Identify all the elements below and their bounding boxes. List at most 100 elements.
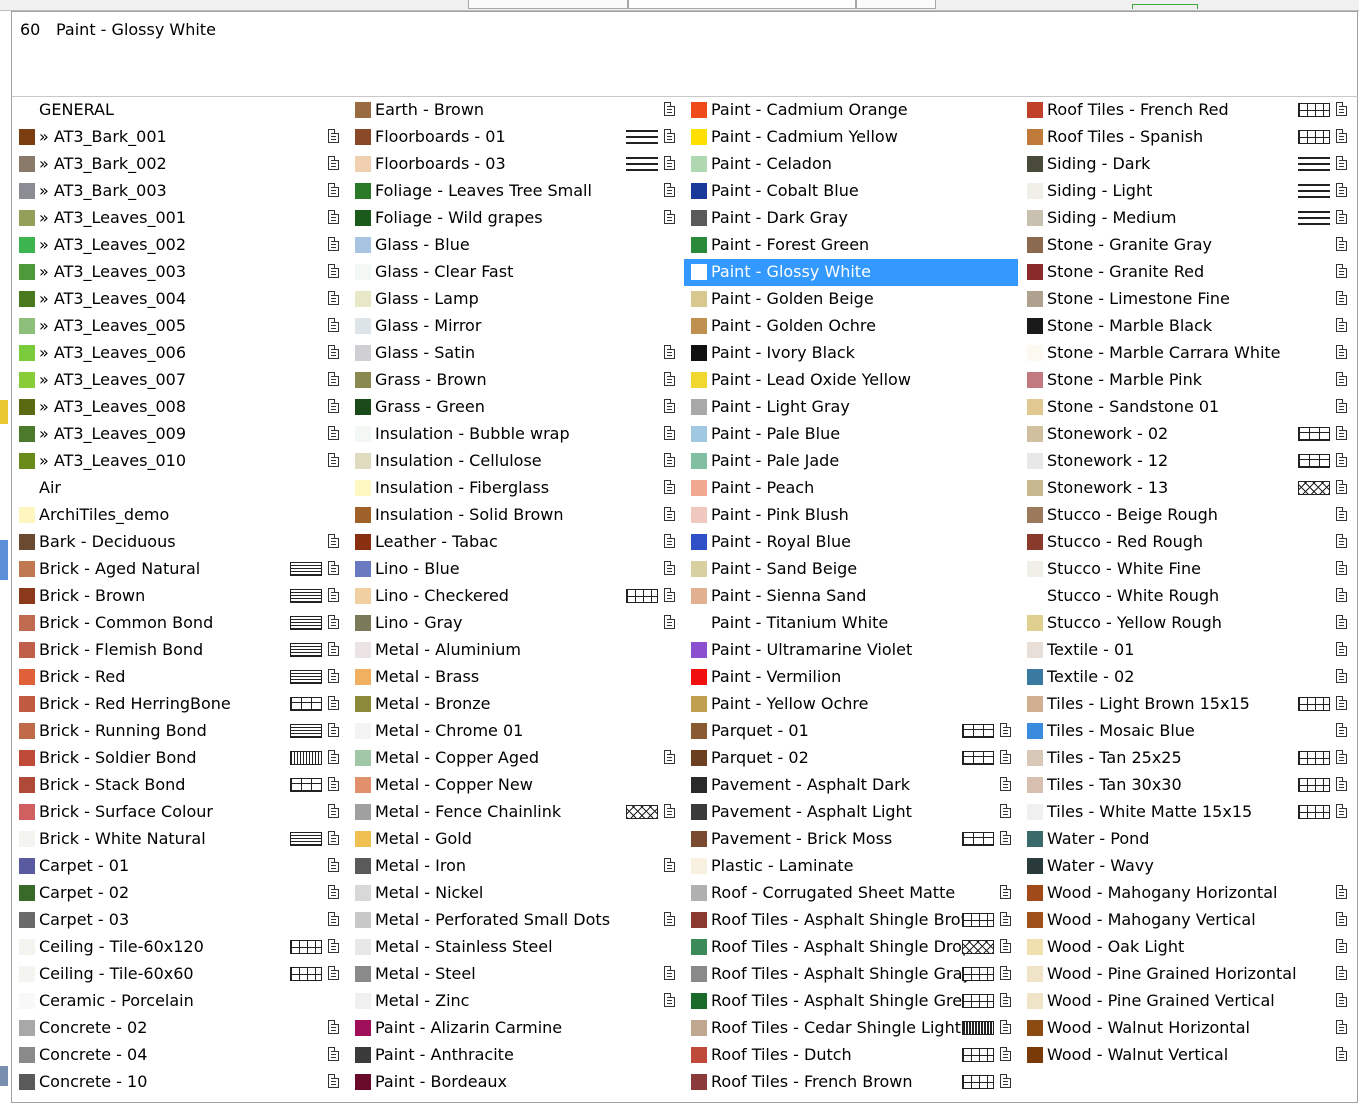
material-item[interactable]: » AT3_Leaves_002 bbox=[12, 232, 346, 259]
material-item[interactable]: Paint - Ivory Black bbox=[684, 340, 1018, 367]
material-item[interactable]: Stone - Granite Red bbox=[1020, 259, 1354, 286]
material-item[interactable]: GENERAL bbox=[12, 97, 346, 124]
material-item[interactable]: Wood - Pine Grained Vertical bbox=[1020, 988, 1354, 1015]
material-item[interactable]: Brick - Common Bond bbox=[12, 610, 346, 637]
material-item[interactable]: Roof Tiles - Asphalt Shingle Green bbox=[684, 988, 1018, 1015]
material-item[interactable]: Paint - Vermilion bbox=[684, 664, 1018, 691]
material-item[interactable]: Insulation - Cellulose bbox=[348, 448, 682, 475]
material-item[interactable]: Paint - Dark Gray bbox=[684, 205, 1018, 232]
material-item[interactable]: Earth - Brown bbox=[348, 97, 682, 124]
material-item[interactable]: Carpet - 01 bbox=[12, 853, 346, 880]
material-item[interactable]: Pavement - Asphalt Dark bbox=[684, 772, 1018, 799]
material-item[interactable]: Roof Tiles - Cedar Shingle Light bbox=[684, 1015, 1018, 1042]
material-item[interactable]: Paint - Pale Blue bbox=[684, 421, 1018, 448]
material-item[interactable]: Stone - Granite Gray bbox=[1020, 232, 1354, 259]
material-item[interactable]: » AT3_Leaves_010 bbox=[12, 448, 346, 475]
material-item[interactable]: Stonework - 13 bbox=[1020, 475, 1354, 502]
material-item[interactable]: Metal - Nickel bbox=[348, 880, 682, 907]
material-item[interactable]: Textile - 01 bbox=[1020, 637, 1354, 664]
material-item[interactable]: Paint - Golden Beige bbox=[684, 286, 1018, 313]
material-item[interactable]: Parquet - 02 bbox=[684, 745, 1018, 772]
material-item[interactable]: Paint - Lead Oxide Yellow bbox=[684, 367, 1018, 394]
material-item[interactable]: Paint - Pink Blush bbox=[684, 502, 1018, 529]
material-item[interactable]: Brick - Red bbox=[12, 664, 346, 691]
material-item[interactable]: Ceiling - Tile-60x60 bbox=[12, 961, 346, 988]
material-item[interactable]: Pavement - Asphalt Light bbox=[684, 799, 1018, 826]
material-item[interactable]: Bark - Deciduous bbox=[12, 529, 346, 556]
material-item[interactable]: Glass - Mirror bbox=[348, 313, 682, 340]
material-item[interactable]: » AT3_Bark_002 bbox=[12, 151, 346, 178]
material-item[interactable]: Brick - White Natural bbox=[12, 826, 346, 853]
material-item[interactable]: Glass - Blue bbox=[348, 232, 682, 259]
material-list[interactable]: GENERAL » AT3_Bark_001 » AT3_Bark_002 » AT3… bbox=[11, 96, 1358, 1103]
material-item[interactable]: » AT3_Leaves_003 bbox=[12, 259, 346, 286]
material-item[interactable]: Floorboards - 03 bbox=[348, 151, 682, 178]
material-item[interactable]: Water - Pond bbox=[1020, 826, 1354, 853]
material-item[interactable]: Paint - Light Gray bbox=[684, 394, 1018, 421]
material-item[interactable]: Paint - Cadmium Orange bbox=[684, 97, 1018, 124]
material-item[interactable]: Roof Tiles - French Brown bbox=[684, 1069, 1018, 1096]
material-item[interactable]: Stucco - Yellow Rough bbox=[1020, 610, 1354, 637]
material-item[interactable]: Roof Tiles - French Red bbox=[1020, 97, 1354, 124]
material-item[interactable]: Floorboards - 01 bbox=[348, 124, 682, 151]
material-item[interactable]: Paint - Pale Jade bbox=[684, 448, 1018, 475]
material-item[interactable]: Paint - Forest Green bbox=[684, 232, 1018, 259]
material-item[interactable]: Wood - Oak Light bbox=[1020, 934, 1354, 961]
material-item[interactable]: Roof Tiles - Asphalt Shingle Brown bbox=[684, 907, 1018, 934]
material-item[interactable]: Metal - Gold bbox=[348, 826, 682, 853]
material-item[interactable]: » AT3_Bark_003 bbox=[12, 178, 346, 205]
material-item[interactable]: Roof Tiles - Spanish bbox=[1020, 124, 1354, 151]
material-item[interactable]: Stonework - 02 bbox=[1020, 421, 1354, 448]
material-item[interactable]: Carpet - 03 bbox=[12, 907, 346, 934]
material-item[interactable]: Concrete - 10 bbox=[12, 1069, 346, 1096]
material-item[interactable]: » AT3_Bark_001 bbox=[12, 124, 346, 151]
material-item[interactable]: Metal - Fence Chainlink bbox=[348, 799, 682, 826]
material-item[interactable]: Paint - Celadon bbox=[684, 151, 1018, 178]
material-item[interactable]: Ceramic - Porcelain bbox=[12, 988, 346, 1015]
material-item[interactable]: Insulation - Solid Brown bbox=[348, 502, 682, 529]
material-item[interactable]: Paint - Sand Beige bbox=[684, 556, 1018, 583]
material-item[interactable]: » AT3_Leaves_001 bbox=[12, 205, 346, 232]
material-item[interactable]: Siding - Dark bbox=[1020, 151, 1354, 178]
material-item[interactable]: Brick - Running Bond bbox=[12, 718, 346, 745]
material-item[interactable]: Roof - Corrugated Sheet Matte bbox=[684, 880, 1018, 907]
material-item[interactable]: » AT3_Leaves_009 bbox=[12, 421, 346, 448]
material-item[interactable]: Air bbox=[12, 475, 346, 502]
material-item[interactable]: Paint - Bordeaux bbox=[348, 1069, 682, 1096]
material-item[interactable]: Lino - Gray bbox=[348, 610, 682, 637]
material-item[interactable]: Paint - Golden Ochre bbox=[684, 313, 1018, 340]
material-item[interactable]: Paint - Cadmium Yellow bbox=[684, 124, 1018, 151]
material-item[interactable]: Roof Tiles - Dutch bbox=[684, 1042, 1018, 1069]
material-item[interactable]: Insulation - Bubble wrap bbox=[348, 421, 682, 448]
material-item[interactable]: Stucco - Beige Rough bbox=[1020, 502, 1354, 529]
toolbar-tab[interactable] bbox=[1132, 4, 1198, 9]
material-item[interactable]: Stone - Limestone Fine bbox=[1020, 286, 1354, 313]
material-item[interactable]: Metal - Stainless Steel bbox=[348, 934, 682, 961]
material-item[interactable]: Stone - Marble Carrara White bbox=[1020, 340, 1354, 367]
material-item[interactable]: Tiles - Light Brown 15x15 bbox=[1020, 691, 1354, 718]
material-item[interactable]: Glass - Lamp bbox=[348, 286, 682, 313]
material-item[interactable]: Ceiling - Tile-60x120 bbox=[12, 934, 346, 961]
material-item[interactable]: Paint - Peach bbox=[684, 475, 1018, 502]
material-item[interactable]: Stucco - White Fine bbox=[1020, 556, 1354, 583]
material-item[interactable]: Brick - Aged Natural bbox=[12, 556, 346, 583]
material-item[interactable]: Parquet - 01 bbox=[684, 718, 1018, 745]
material-item[interactable]: Metal - Brass bbox=[348, 664, 682, 691]
material-item[interactable]: ArchiTiles_demo bbox=[12, 502, 346, 529]
material-item[interactable]: Leather - Tabac bbox=[348, 529, 682, 556]
material-item[interactable]: Brick - Stack Bond bbox=[12, 772, 346, 799]
material-item[interactable]: Pavement - Brick Moss bbox=[684, 826, 1018, 853]
material-item[interactable]: Roof Tiles - Asphalt Shingle Drop bbox=[684, 934, 1018, 961]
material-item[interactable]: Wood - Walnut Vertical bbox=[1020, 1042, 1354, 1069]
material-item[interactable]: Tiles - Mosaic Blue bbox=[1020, 718, 1354, 745]
material-item[interactable]: Brick - Surface Colour bbox=[12, 799, 346, 826]
material-item[interactable]: Carpet - 02 bbox=[12, 880, 346, 907]
material-item[interactable]: » AT3_Leaves_005 bbox=[12, 313, 346, 340]
toolbar-control[interactable] bbox=[468, 0, 628, 9]
material-item[interactable]: Lino - Checkered bbox=[348, 583, 682, 610]
material-item[interactable]: Paint - Ultramarine Violet bbox=[684, 637, 1018, 664]
material-item[interactable]: Tiles - White Matte 15x15 bbox=[1020, 799, 1354, 826]
material-item[interactable]: Lino - Blue bbox=[348, 556, 682, 583]
material-item[interactable]: Grass - Green bbox=[348, 394, 682, 421]
material-item[interactable]: Stucco - White Rough bbox=[1020, 583, 1354, 610]
